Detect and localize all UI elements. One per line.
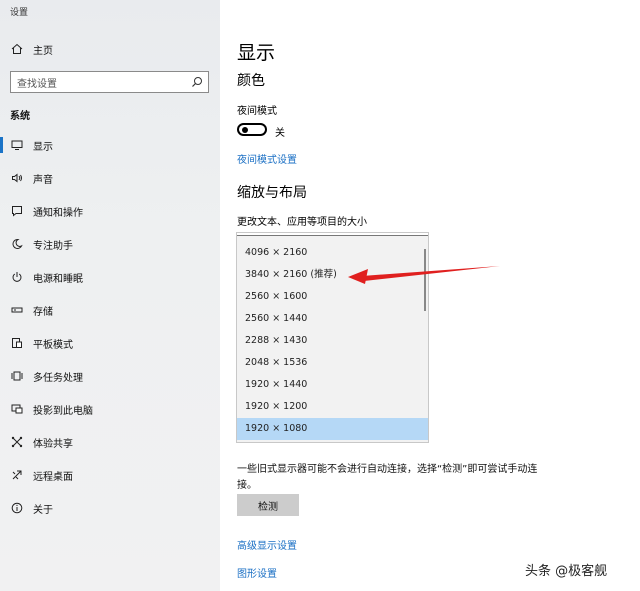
sidebar-item-label: 体验共享 (33, 438, 73, 450)
advanced-display-settings-link[interactable]: 高级显示设置 (237, 537, 297, 552)
night-mode-state: 关 (275, 128, 285, 139)
main-content: 显示 颜色 夜间模式 关 夜间模式设置 缩放与布局 更改文本、应用等项目的大小 … (220, 0, 640, 591)
search-box[interactable] (10, 71, 209, 95)
detect-note: 一些旧式显示器可能不会进行自动连接，选择“检测”即可尝试手动连接。 (237, 464, 538, 491)
toggle-knob (242, 127, 248, 133)
resolution-option[interactable]: 2560 × 1600 (237, 286, 428, 308)
sidebar-item-label: 声音 (33, 174, 53, 186)
sidebar-item-shared-experiences[interactable]: 体验共享 (0, 428, 220, 456)
sidebar-item-power-sleep[interactable]: 电源和睡眠 (0, 263, 220, 291)
sidebar-home-label: 主页 (33, 45, 53, 57)
resolution-option-selected[interactable]: 1920 × 1080 (237, 418, 428, 440)
sidebar-item-label: 显示 (33, 141, 53, 153)
notification-icon (10, 204, 24, 218)
watermark: 头条 @极客舰 (525, 564, 608, 579)
sidebar-item-label: 专注助手 (33, 240, 73, 252)
monitor-icon (10, 138, 24, 152)
page-title: 显示 (237, 42, 276, 64)
resolution-option[interactable]: 2048 × 1536 (237, 352, 428, 374)
sidebar-item-label: 通知和操作 (33, 207, 83, 219)
sidebar-item-remote-desktop[interactable]: 远程桌面 (0, 461, 220, 489)
app-title: 设置 (10, 8, 29, 18)
info-icon (10, 501, 24, 515)
sidebar: 设置 主页 系统 显示 声音 通知和操作 专注助手 电源和睡眠 存储 平板模式 (0, 0, 220, 591)
sidebar-item-label: 关于 (33, 504, 53, 516)
sidebar-item-notifications[interactable]: 通知和操作 (0, 197, 220, 225)
sidebar-item-storage[interactable]: 存储 (0, 296, 220, 324)
search-input[interactable] (11, 74, 181, 95)
tablet-icon (10, 336, 24, 350)
sidebar-item-label: 远程桌面 (33, 471, 73, 483)
sidebar-item-about[interactable]: 关于 (0, 494, 220, 522)
power-icon (10, 270, 24, 284)
sidebar-item-project[interactable]: 投影到此电脑 (0, 395, 220, 423)
night-mode-settings-link[interactable]: 夜间模式设置 (237, 151, 297, 166)
dropdown-top-edge (237, 233, 428, 236)
sidebar-item-label: 存储 (33, 306, 53, 318)
sidebar-item-focus-assist[interactable]: 专注助手 (0, 230, 220, 258)
sidebar-item-label: 电源和睡眠 (33, 273, 83, 285)
section-header-system: 系统 (10, 111, 30, 122)
sidebar-item-sound[interactable]: 声音 (0, 164, 220, 192)
search-icon[interactable] (191, 76, 203, 88)
sidebar-home[interactable]: 主页 (0, 35, 220, 63)
sidebar-item-display[interactable]: 显示 (0, 131, 220, 159)
sidebar-item-label: 平板模式 (33, 339, 73, 351)
scale-label: 更改文本、应用等项目的大小 (237, 217, 367, 228)
sidebar-item-label: 投影到此电脑 (33, 405, 93, 417)
sidebar-item-multitasking[interactable]: 多任务处理 (0, 362, 220, 390)
home-icon (10, 42, 24, 56)
resolution-option[interactable]: 2560 × 1440 (237, 308, 428, 330)
resolution-option[interactable]: 4096 × 2160 (237, 242, 428, 264)
resolution-option[interactable]: 2288 × 1430 (237, 330, 428, 352)
resolution-option[interactable]: 1920 × 1200 (237, 396, 428, 418)
sidebar-item-label: 多任务处理 (33, 372, 83, 384)
resolution-option[interactable]: 1920 × 1440 (237, 374, 428, 396)
multitask-icon (10, 369, 24, 383)
annotation-arrow (348, 266, 500, 284)
share-icon (10, 435, 24, 449)
speaker-icon (10, 171, 24, 185)
night-mode-label: 夜间模式 (237, 106, 277, 117)
scale-layout-heading: 缩放与布局 (237, 185, 307, 201)
remote-desktop-icon (10, 468, 24, 482)
detect-button[interactable]: 检测 (237, 494, 299, 516)
storage-icon (10, 303, 24, 317)
sidebar-item-tablet-mode[interactable]: 平板模式 (0, 329, 220, 357)
moon-icon (10, 237, 24, 251)
graphics-settings-link[interactable]: 图形设置 (237, 565, 277, 580)
color-heading: 颜色 (237, 73, 265, 89)
project-icon (10, 402, 24, 416)
night-mode-toggle[interactable] (237, 123, 267, 136)
